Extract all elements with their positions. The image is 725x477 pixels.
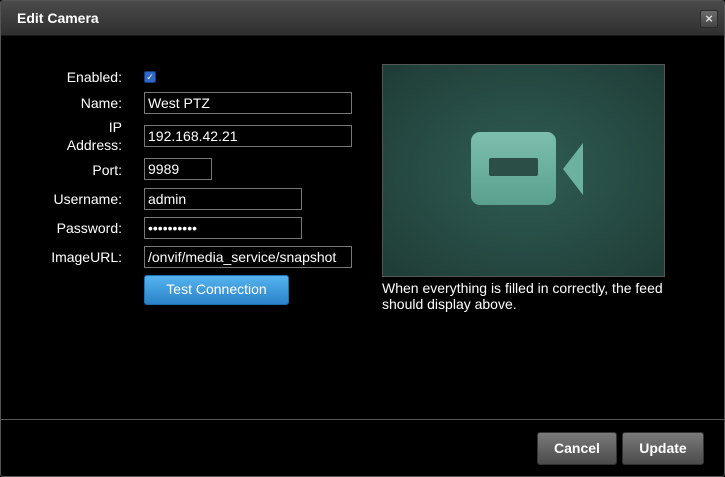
- title-bar[interactable]: Edit Camera ×: [1, 1, 724, 36]
- cancel-button[interactable]: Cancel: [537, 432, 617, 465]
- footer-divider: [1, 419, 724, 420]
- username-field[interactable]: [144, 188, 302, 210]
- ip-address-field[interactable]: [144, 125, 352, 147]
- camera-slot: [489, 158, 538, 176]
- enabled-checkbox[interactable]: ✓: [144, 71, 156, 83]
- ip-label-line1: IP: [108, 119, 122, 135]
- name-label: Name:: [80, 95, 122, 111]
- close-icon[interactable]: ×: [700, 10, 718, 28]
- password-field[interactable]: [144, 217, 302, 239]
- edit-camera-dialog: Edit Camera × Enabled: ✓ Name: IP Addres…: [0, 0, 725, 477]
- imageurl-field[interactable]: [144, 246, 352, 268]
- port-label: Port:: [92, 162, 122, 178]
- video-camera-icon: [471, 132, 556, 205]
- update-button[interactable]: Update: [622, 432, 704, 465]
- camera-lens-icon: [563, 143, 583, 195]
- preview-note: When everything is filled in correctly, …: [382, 280, 663, 312]
- name-field[interactable]: [144, 92, 352, 114]
- dialog-title: Edit Camera: [17, 10, 99, 26]
- username-label: Username:: [53, 191, 122, 207]
- imageurl-label: ImageURL:: [51, 249, 122, 265]
- ip-label-line2: Address:: [66, 137, 122, 153]
- enabled-label: Enabled:: [66, 69, 122, 85]
- port-field[interactable]: [144, 158, 212, 180]
- password-label: Password:: [56, 220, 122, 236]
- test-connection-button[interactable]: Test Connection: [144, 275, 289, 305]
- camera-preview: [382, 64, 665, 277]
